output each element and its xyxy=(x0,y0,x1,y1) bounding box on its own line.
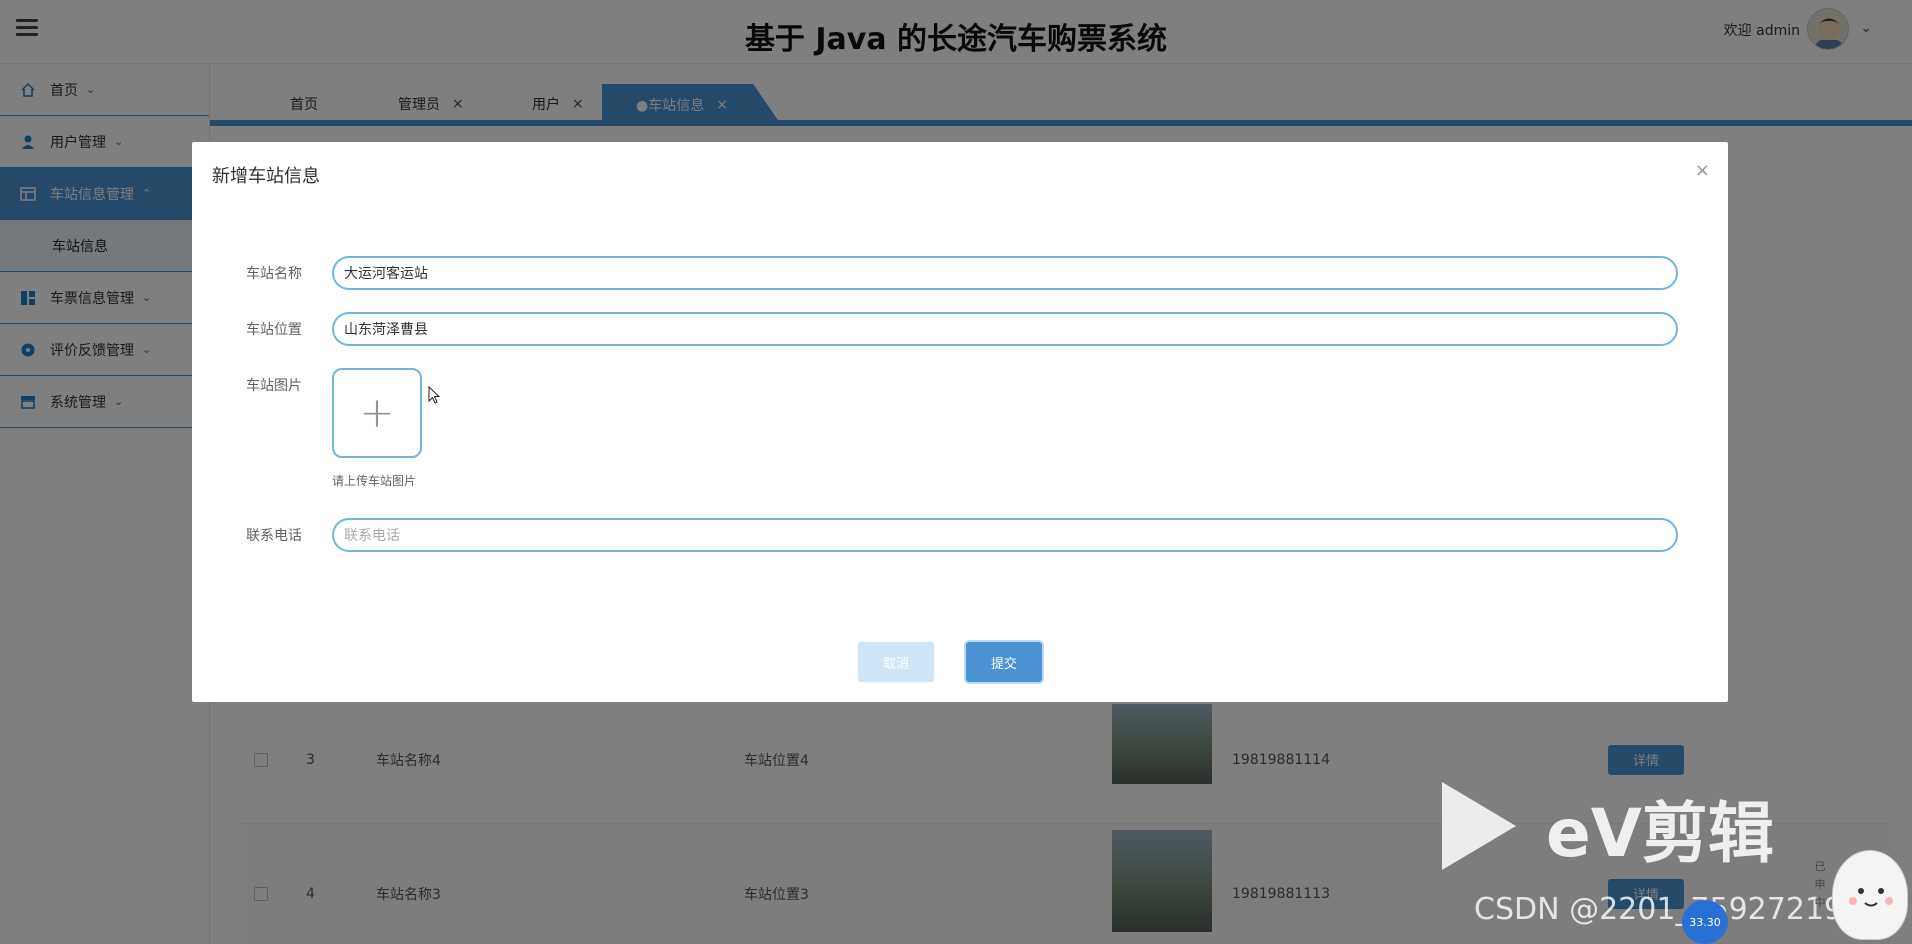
close-icon[interactable]: × xyxy=(1695,160,1710,181)
upload-hint: 请上传车站图片 xyxy=(332,474,417,488)
station-name-label: 车站名称 xyxy=(246,266,302,282)
image-upload-button[interactable]: + xyxy=(332,368,422,458)
station-name-input[interactable]: 大运河客运站 xyxy=(332,256,1678,290)
cancel-button[interactable]: 取消 xyxy=(858,642,934,682)
station-image-label: 车站图片 xyxy=(246,378,302,394)
station-location-label: 车站位置 xyxy=(246,322,302,338)
ev-watermark-text: eV剪辑 xyxy=(1546,795,1774,872)
ev-watermark: eV剪辑 xyxy=(1442,782,1832,872)
submit-button[interactable]: 提交 xyxy=(966,642,1042,682)
sticker-tags: 已申中 xyxy=(1814,860,1826,909)
mascot-sticker xyxy=(1832,850,1908,940)
mouse-cursor-icon xyxy=(428,386,440,404)
csdn-watermark: CSDN @2201_75927219 xyxy=(1474,892,1844,927)
play-icon xyxy=(1442,782,1516,870)
dialog-title: 新增车站信息 xyxy=(212,166,320,187)
phone-label: 联系电话 xyxy=(246,528,302,544)
phone-input[interactable]: 联系电话 xyxy=(332,518,1678,552)
add-station-dialog: 新增车站信息 × 车站名称 大运河客运站 车站位置 山东菏泽曹县 车站图片 + … xyxy=(192,142,1728,702)
floating-ball[interactable]: 33.30 xyxy=(1682,900,1728,944)
station-location-input[interactable]: 山东菏泽曹县 xyxy=(332,312,1678,346)
plus-icon: + xyxy=(359,388,395,437)
